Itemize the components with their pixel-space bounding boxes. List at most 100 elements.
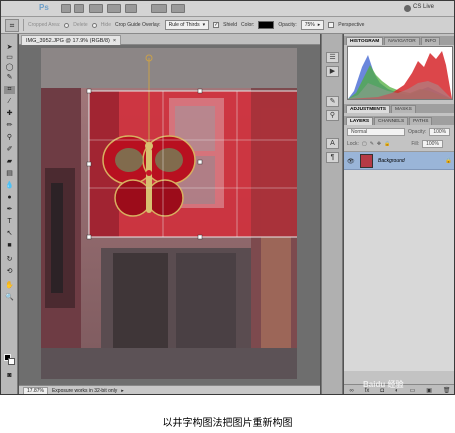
blend-mode-select[interactable]: Normal <box>347 128 405 136</box>
shape-tool-icon[interactable]: ■ <box>4 242 15 250</box>
link-layers-icon[interactable]: ∞ <box>349 388 353 394</box>
trash-icon[interactable]: 🗑 <box>443 387 451 394</box>
opacity-label: Opacity: <box>278 22 297 28</box>
fill-label: Fill: <box>411 141 420 147</box>
options-bar: ⌗ Cropped Area: Delete Hide Crop Guide O… <box>1 17 454 34</box>
image-canvas[interactable] <box>41 48 297 379</box>
document-tab[interactable]: IMG_3952.JPG @ 17.9% (RGB/8) × <box>21 35 122 45</box>
ps-logo: Ps <box>39 3 49 12</box>
delete-radio[interactable] <box>64 22 70 28</box>
visibility-eye-icon[interactable]: 👁 <box>347 158 355 165</box>
brush-panel-icon[interactable]: ✎ <box>326 96 339 107</box>
photoshop-window: Ps CS Live ⌗ Cropped Area: Delete Hide C… <box>0 0 455 395</box>
actions-panel-icon[interactable]: ▶ <box>326 66 339 77</box>
path-selection-tool-icon[interactable]: ↖ <box>4 230 15 238</box>
lock-all-icon[interactable]: 🔒 <box>384 141 390 147</box>
marquee-tool-icon[interactable]: ▭ <box>4 54 15 62</box>
healing-brush-tool-icon[interactable]: ✚ <box>4 110 15 118</box>
eraser-tool-icon[interactable]: ▰ <box>4 158 15 166</box>
character-panel-icon[interactable]: A <box>326 138 339 149</box>
cs-live-menu[interactable]: CS Live <box>413 4 434 10</box>
extras-icon[interactable] <box>89 4 103 13</box>
hand-tool-icon[interactable] <box>125 4 137 13</box>
dodge-tool-icon[interactable]: ● <box>4 194 15 202</box>
new-group-icon[interactable]: ▭ <box>410 387 416 394</box>
background-color-swatch[interactable] <box>8 358 15 365</box>
opacity-label: Opacity: <box>408 129 427 135</box>
move-tool-icon[interactable]: ➤ <box>4 44 15 52</box>
color-label: Color: <box>241 22 255 28</box>
crop-tool-preset-icon[interactable]: ⌗ <box>5 18 19 32</box>
perspective-checkbox[interactable] <box>328 22 335 28</box>
crop-tool-icon[interactable]: ⌗ <box>4 86 15 94</box>
layer-opacity-field[interactable]: 100% <box>429 128 451 136</box>
new-layer-icon[interactable]: ▣ <box>426 387 432 394</box>
opacity-field[interactable]: 75% ▸ <box>300 20 325 30</box>
hand-tool-icon[interactable]: ✋ <box>4 282 15 290</box>
hide-radio[interactable] <box>91 22 97 28</box>
type-tool-icon[interactable]: T <box>4 218 15 226</box>
overlay-value: Rule of Thirds <box>168 22 200 28</box>
screen-mode-icon[interactable] <box>171 4 185 13</box>
gradient-tool-icon[interactable]: ▤ <box>4 170 15 178</box>
layer-row-background[interactable]: 👁 Background 🔒 <box>344 152 454 170</box>
status-menu-arrow-icon[interactable]: ▸ <box>121 388 124 394</box>
lock-pixels-icon[interactable]: ▢ <box>362 141 367 147</box>
zoom-tool-icon[interactable]: 🔍 <box>4 294 15 302</box>
lock-move-icon[interactable]: ✥ <box>377 141 381 147</box>
caption: 以井字构图法把图片重新构图 <box>162 418 293 429</box>
tab-layers[interactable]: LAYERS <box>346 117 374 125</box>
lock-paint-icon[interactable]: ✎ <box>370 141 374 147</box>
divider <box>23 19 24 31</box>
perspective-label: Perspective <box>338 22 365 28</box>
pen-tool-icon[interactable]: ✒ <box>4 206 15 214</box>
document-tab-bar: IMG_3952.JPG @ 17.9% (RGB/8) × <box>19 34 320 45</box>
right-panels: HISTOGRAM NAVIGATOR INFO ADJUSTMENTS MAS… <box>344 34 454 394</box>
eyedropper-tool-icon[interactable]: ⁄ <box>4 98 15 106</box>
zoom-level-icon[interactable] <box>107 4 121 13</box>
brush-tool-icon[interactable]: ✏ <box>4 122 15 130</box>
shield-checkbox[interactable]: ✓ <box>213 22 220 28</box>
document-title: IMG_3952.JPG @ 17.9% (RGB/8) <box>26 37 110 44</box>
histogram-tab-row: HISTOGRAM NAVIGATOR INFO <box>344 36 454 45</box>
watermark: Baidu 经验 <box>363 380 404 389</box>
histogram-graph <box>347 46 453 100</box>
document-area: IMG_3952.JPG @ 17.9% (RGB/8) × 17.87% Ex… <box>19 34 320 394</box>
tab-adjustments[interactable]: ADJUSTMENTS <box>346 105 390 113</box>
paragraph-panel-icon[interactable]: ¶ <box>326 152 339 163</box>
lasso-tool-icon[interactable]: ◯ <box>4 64 15 72</box>
bridge-icon[interactable] <box>61 4 71 13</box>
clone-stamp-tool-icon[interactable]: ⚲ <box>4 134 15 142</box>
mini-bridge-icon[interactable] <box>74 4 84 13</box>
zoom-field[interactable]: 17.87% <box>23 387 48 394</box>
overlay-select[interactable]: Rule of Thirds ▾ <box>164 20 210 30</box>
shield-color-swatch[interactable] <box>258 21 275 29</box>
menu-bar: Ps CS Live <box>1 1 454 17</box>
clone-source-panel-icon[interactable]: ⚲ <box>326 110 339 121</box>
status-text: Exposure works in 32-bit only <box>51 388 118 394</box>
tab-histogram[interactable]: HISTOGRAM <box>346 37 384 45</box>
shield-label: Shield <box>223 22 238 28</box>
layer-thumbnail <box>360 154 373 168</box>
tab-info[interactable]: INFO <box>420 37 441 45</box>
history-brush-tool-icon[interactable]: ✐ <box>4 146 15 154</box>
arrange-documents-icon[interactable] <box>151 4 167 13</box>
history-panel-icon[interactable]: ☰ <box>326 52 339 63</box>
blur-tool-icon[interactable]: 💧 <box>4 182 15 190</box>
hide-label: Hide <box>100 22 111 28</box>
tab-paths[interactable]: PATHS <box>409 117 433 125</box>
close-icon[interactable]: × <box>113 38 116 44</box>
tab-channels[interactable]: CHANNELS <box>374 117 409 125</box>
3d-rotate-tool-icon[interactable]: ↻ <box>4 256 15 264</box>
quick-mask-icon[interactable]: ◙ <box>4 372 15 380</box>
fill-field[interactable]: 100% <box>422 140 443 148</box>
tab-navigator[interactable]: NAVIGATOR <box>384 37 420 45</box>
layers-tab-row: LAYERS CHANNELS PATHS <box>344 116 454 125</box>
adjustments-tab-row: ADJUSTMENTS MASKS <box>344 104 454 113</box>
overlay-label: Crop Guide Overlay: <box>115 22 161 28</box>
tools-panel: ➤ ▭ ◯ ✎ ⌗ ⁄ ✚ ✏ ⚲ ✐ ▰ ▤ 💧 ● ✒ T ↖ ■ ↻ ⟲ … <box>1 34 18 394</box>
3d-orbit-tool-icon[interactable]: ⟲ <box>4 268 15 276</box>
quick-select-tool-icon[interactable]: ✎ <box>4 74 15 82</box>
cs-live-icon <box>404 5 411 12</box>
tab-masks[interactable]: MASKS <box>390 105 416 113</box>
